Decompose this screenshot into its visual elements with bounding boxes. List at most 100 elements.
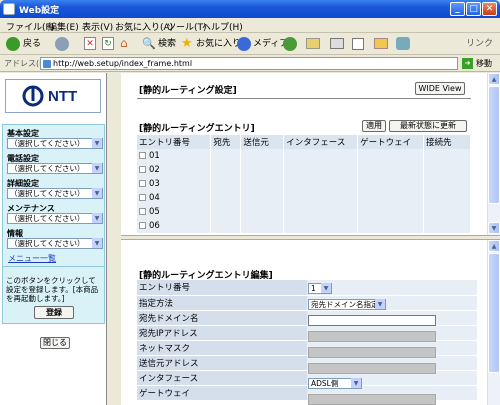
table-row[interactable]: 05 <box>137 205 471 219</box>
row-checkbox[interactable] <box>139 194 146 201</box>
routing-edit-frame: [静的ルーティングエントリ編集] エントリ番号 指定方法 宛先ドメイン名 宛先I… <box>121 240 487 405</box>
interface-select[interactable]: ADSL側 <box>308 378 362 389</box>
form-row: エントリ番号 <box>137 280 477 296</box>
scroll-up-icon[interactable]: ▲ <box>488 73 500 85</box>
mail-icon[interactable] <box>306 38 320 49</box>
field-label-gateway: ゲートウェイ <box>137 385 307 401</box>
entry-list-title: [静的ルーティングエントリ] <box>139 124 255 134</box>
search-label[interactable]: 検索 <box>158 36 176 52</box>
detail-settings-select[interactable]: （選択してください） <box>7 188 103 199</box>
col-destination: 宛先 <box>210 135 242 149</box>
table-row[interactable]: 04 <box>137 191 471 205</box>
address-input[interactable]: http://web.setup/index_frame.html <box>40 57 458 70</box>
back-label[interactable]: 戻る <box>23 36 41 52</box>
forward-icon[interactable] <box>55 37 69 51</box>
routing-list-frame: [静的ルーティング設定] WIDE View [静的ルーティングエントリ] 適用… <box>121 73 487 235</box>
links-label[interactable]: リンク <box>466 36 493 52</box>
routing-table: エントリ番号 宛先 送信元 インタフェース ゲートウェイ 接続先 01 02 0… <box>137 135 471 233</box>
menu-view[interactable]: 表示(V) <box>82 20 113 33</box>
field-label-netmask: ネットマスク <box>137 340 307 356</box>
row-checkbox[interactable] <box>139 166 146 173</box>
row-checkbox[interactable] <box>139 152 146 159</box>
refresh-button[interactable]: 最新状態に更新 <box>389 120 467 132</box>
menu-file[interactable]: ファイル(F) <box>6 20 54 33</box>
menu-list-link[interactable]: メニュー一覧 <box>8 253 56 264</box>
register-info-text: このボタンをクリックして設定を登録します。[本商品を再起動します。] <box>6 276 99 303</box>
dest-ip-input[interactable] <box>308 331 436 342</box>
source-address-input[interactable] <box>308 363 436 374</box>
messenger-icon[interactable] <box>396 37 410 50</box>
menu-help[interactable]: ヘルプ(H) <box>202 20 243 33</box>
row-checkbox[interactable] <box>139 180 146 187</box>
field-label-interface: インタフェース <box>137 370 307 386</box>
register-panel: このボタンをクリックして設定を登録します。[本商品を再起動します。] 登録 <box>2 266 105 324</box>
maintenance-select[interactable]: （選択してください） <box>7 213 103 224</box>
menu-favorites[interactable]: お気に入り(A) <box>115 20 173 33</box>
row-checkbox[interactable] <box>139 208 146 215</box>
col-interface: インタフェース <box>283 135 359 149</box>
title-bar[interactable]: Web設定 _ □ ✕ <box>0 0 500 18</box>
go-button[interactable]: 移動 <box>476 58 492 69</box>
back-icon[interactable] <box>6 37 20 51</box>
media-icon[interactable] <box>237 37 251 51</box>
col-source: 送信元 <box>240 135 285 149</box>
toolbar: 戻る ✕ ↻ ⌂ 🔍 検索 ★ お気に入り メディア リンク <box>0 33 500 55</box>
window-title: Web設定 <box>19 6 60 16</box>
folder-icon[interactable] <box>374 38 388 49</box>
info-select[interactable]: （選択してください） <box>7 238 103 249</box>
address-bar: アドレス(D) http://web.setup/index_frame.htm… <box>0 55 500 72</box>
refresh-icon[interactable]: ↻ <box>102 37 114 50</box>
scroll-down-icon[interactable]: ▼ <box>488 222 500 234</box>
favorites-label[interactable]: お気に入り <box>196 36 241 52</box>
apply-button[interactable]: 適用 <box>362 120 386 132</box>
field-label-method: 指定方法 <box>137 295 307 311</box>
print-icon[interactable] <box>330 38 344 49</box>
netmask-input[interactable] <box>308 347 436 358</box>
basic-settings-select[interactable]: （選択してください） <box>7 138 103 149</box>
field-label-dest-ip: 宛先IPアドレス <box>137 325 307 341</box>
minimize-button[interactable]: _ <box>450 2 465 16</box>
scroll-thumb[interactable] <box>488 86 500 204</box>
ntt-logo-icon <box>22 85 44 107</box>
page-title: [静的ルーティング設定] <box>139 86 237 96</box>
close-button[interactable]: 閉じる <box>40 337 70 349</box>
phone-settings-select[interactable]: （選択してください） <box>7 163 103 174</box>
bottom-frame-scrollbar[interactable]: ▲ <box>487 240 500 405</box>
scroll-thumb[interactable] <box>488 253 500 373</box>
col-connection: 接続先 <box>423 135 471 149</box>
divider <box>137 98 471 99</box>
table-row[interactable]: 06 <box>137 219 471 233</box>
stop-icon[interactable]: ✕ <box>84 37 96 50</box>
menu-edit[interactable]: 編集(E) <box>48 20 79 33</box>
go-arrow-icon[interactable]: ➜ <box>462 58 473 69</box>
ntt-logo: NTT <box>5 79 101 113</box>
search-icon[interactable]: 🔍 <box>142 37 156 51</box>
method-select[interactable]: 宛先ドメイン名指定 <box>308 299 386 310</box>
top-frame-scrollbar[interactable]: ▲ ▼ <box>487 73 500 235</box>
menu-tools[interactable]: ツール(T) <box>167 20 207 33</box>
scroll-up-icon[interactable]: ▲ <box>488 240 500 252</box>
maximize-button[interactable]: □ <box>466 2 481 16</box>
page-icon <box>43 60 51 68</box>
history-icon[interactable] <box>283 37 297 51</box>
gateway-input[interactable] <box>308 394 436 405</box>
favorites-icon[interactable]: ★ <box>181 36 193 52</box>
table-row[interactable]: 03 <box>137 177 471 191</box>
wide-view-button[interactable]: WIDE View <box>415 82 465 95</box>
col-entry-number: エントリ番号 <box>137 135 212 149</box>
edit-icon[interactable] <box>352 38 364 50</box>
table-row[interactable]: 02 <box>137 163 471 177</box>
table-header-row: エントリ番号 宛先 送信元 インタフェース ゲートウェイ 接続先 <box>137 135 471 149</box>
entry-number-select[interactable]: 1 <box>308 283 332 294</box>
home-icon[interactable]: ⌂ <box>120 37 134 50</box>
ie-icon <box>3 3 15 15</box>
domain-input[interactable] <box>308 315 436 326</box>
field-label-source-address: 送信元アドレス <box>137 355 307 371</box>
frame-divider <box>107 73 121 405</box>
close-window-button[interactable]: ✕ <box>482 2 497 16</box>
col-gateway: ゲートウェイ <box>357 135 425 149</box>
table-row[interactable]: 01 <box>137 149 471 163</box>
logo-text: NTT <box>48 88 78 105</box>
register-button[interactable]: 登録 <box>34 306 74 319</box>
row-checkbox[interactable] <box>139 222 146 229</box>
